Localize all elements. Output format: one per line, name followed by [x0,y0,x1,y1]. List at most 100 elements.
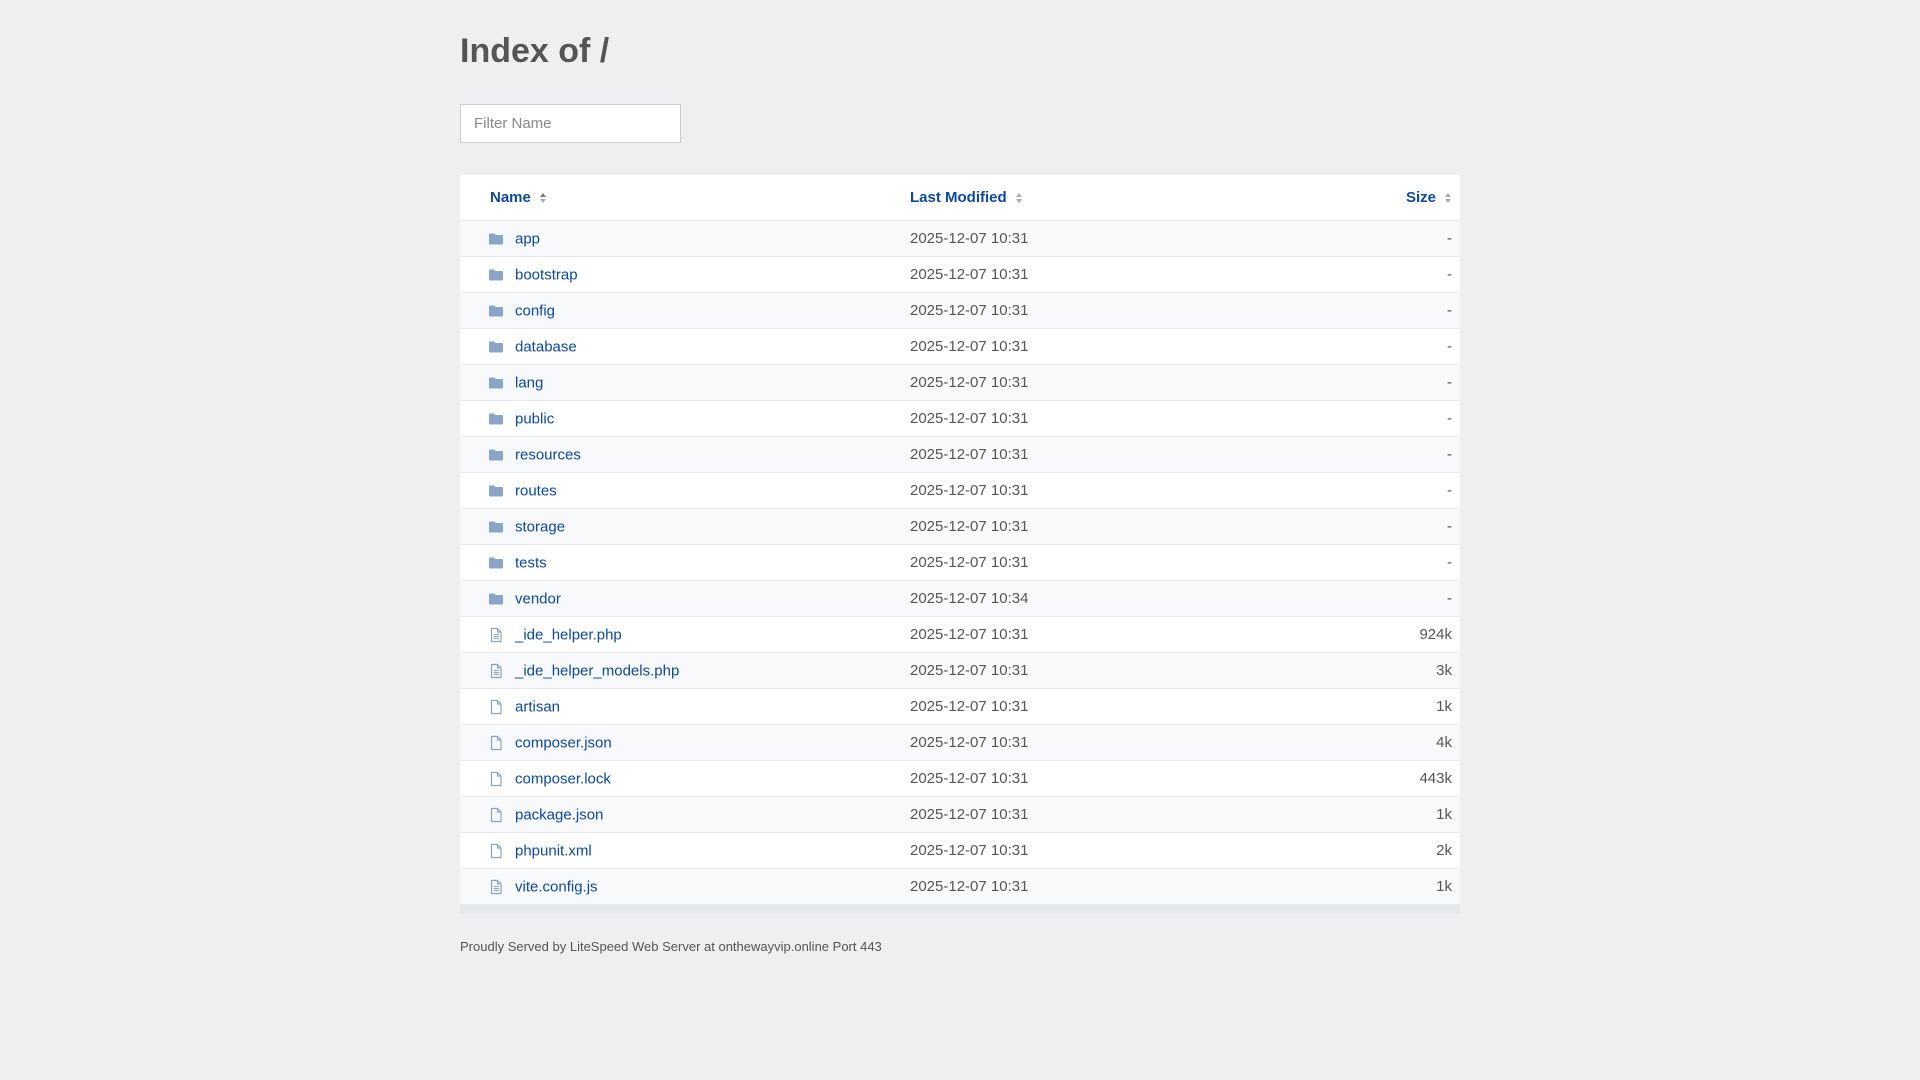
file-icon [488,699,504,715]
file-link[interactable]: phpunit.xml [515,842,592,859]
sort-icon [1015,193,1022,204]
name-cell: routes [460,472,910,509]
name-cell: vite.config.js [460,868,910,905]
modified-cell: 2025-12-07 10:31 [910,364,1310,401]
size-cell: - [1310,364,1460,401]
folder-icon [488,555,504,571]
modified-cell: 2025-12-07 10:31 [910,328,1310,365]
table-row: public 2025-12-07 10:31- [460,400,1460,437]
folder-icon [488,267,504,283]
file-table: Name Last Modified Size app 2025-12-07 10… [460,175,1460,914]
modified-cell: 2025-12-07 10:31 [910,256,1310,293]
file-link[interactable]: composer.lock [515,770,611,787]
table-row: _ide_helper_models.php 2025-12-07 10:31 3k [460,652,1460,689]
file-link[interactable]: composer.json [515,734,612,751]
table-row: vendor 2025-12-07 10:34- [460,580,1460,617]
modified-cell: 2025-12-07 10:31 [910,472,1310,509]
file-link[interactable]: artisan [515,698,560,715]
folder-icon [488,303,504,319]
folder-icon [488,231,504,247]
file-icon [488,771,504,787]
table-row: app 2025-12-07 10:31- [460,220,1460,257]
name-cell: _ide_helper_models.php [460,652,910,689]
name-cell: resources [460,436,910,473]
file-link[interactable]: bootstrap [515,266,578,283]
table-row: resources 2025-12-07 10:31- [460,436,1460,473]
size-cell: 1k [1310,688,1460,725]
modified-cell: 2025-12-07 10:31 [910,508,1310,545]
folder-icon [488,447,504,463]
file-link[interactable]: vendor [515,590,561,607]
size-cell: - [1310,580,1460,617]
table-row: config 2025-12-07 10:31- [460,292,1460,329]
name-cell: package.json [460,796,910,833]
size-cell: 2k [1310,832,1460,869]
sort-by-size-link[interactable]: Size [1406,189,1452,206]
table-row: artisan 2025-12-07 10:31 1k [460,688,1460,725]
modified-cell: 2025-12-07 10:34 [910,580,1310,617]
file-link[interactable]: app [515,230,540,247]
file-link[interactable]: routes [515,482,557,499]
modified-cell: 2025-12-07 10:31 [910,400,1310,437]
file-link[interactable]: _ide_helper_models.php [515,662,679,679]
name-cell: public [460,400,910,437]
table-row: database 2025-12-07 10:31- [460,328,1460,365]
modified-cell: 2025-12-07 10:31 [910,688,1310,725]
folder-icon [488,483,504,499]
file-link[interactable]: database [515,338,577,355]
name-cell: app [460,220,910,257]
modified-cell: 2025-12-07 10:31 [910,724,1310,761]
modified-cell: 2025-12-07 10:31 [910,436,1310,473]
name-cell: config [460,292,910,329]
table-row: storage 2025-12-07 10:31- [460,508,1460,545]
modified-cell: 2025-12-07 10:31 [910,796,1310,833]
page-title: Index of / [460,32,610,70]
text-file-icon [488,879,504,895]
folder-icon [488,339,504,355]
modified-cell: 2025-12-07 10:31 [910,652,1310,689]
file-link[interactable]: lang [515,374,543,391]
table-row: tests 2025-12-07 10:31- [460,544,1460,581]
name-cell: composer.lock [460,760,910,797]
table-row: phpunit.xml 2025-12-07 10:31 2k [460,832,1460,869]
modified-cell: 2025-12-07 10:31 [910,544,1310,581]
size-cell: - [1310,220,1460,257]
size-cell: - [1310,472,1460,509]
file-link[interactable]: package.json [515,806,603,823]
table-row: _ide_helper.php 2025-12-07 10:31 924k [460,616,1460,653]
modified-cell: 2025-12-07 10:31 [910,760,1310,797]
folder-icon [488,411,504,427]
header-last-modified: Last Modified [910,175,1310,221]
size-cell: 4k [1310,724,1460,761]
sort-by-name-link[interactable]: Name [490,189,547,206]
file-link[interactable]: resources [515,446,581,463]
size-cell: - [1310,328,1460,365]
size-cell: 1k [1310,868,1460,905]
sort-icon [1445,193,1451,204]
file-link[interactable]: config [515,302,555,319]
sort-by-modified-link[interactable]: Last Modified [910,189,1023,206]
modified-cell: 2025-12-07 10:31 [910,292,1310,329]
size-cell: 443k [1310,760,1460,797]
file-link[interactable]: vite.config.js [515,878,598,895]
file-link[interactable]: _ide_helper.php [515,626,622,643]
size-cell: 3k [1310,652,1460,689]
table-row: lang 2025-12-07 10:31- [460,364,1460,401]
name-cell: artisan [460,688,910,725]
table-row: composer.json 2025-12-07 10:31 4k [460,724,1460,761]
modified-cell: 2025-12-07 10:31 [910,868,1310,905]
name-cell: storage [460,508,910,545]
file-icon [488,807,504,823]
table-row: bootstrap 2025-12-07 10:31- [460,256,1460,293]
name-cell: phpunit.xml [460,832,910,869]
table-footer-band [460,904,1460,914]
file-link[interactable]: tests [515,554,547,571]
size-cell: - [1310,256,1460,293]
name-cell: _ide_helper.php [460,616,910,653]
name-cell: bootstrap [460,256,910,293]
table-row: routes 2025-12-07 10:31- [460,472,1460,509]
file-link[interactable]: public [515,410,554,427]
filter-name-input[interactable] [460,104,681,143]
file-link[interactable]: storage [515,518,565,535]
folder-icon [488,375,504,391]
